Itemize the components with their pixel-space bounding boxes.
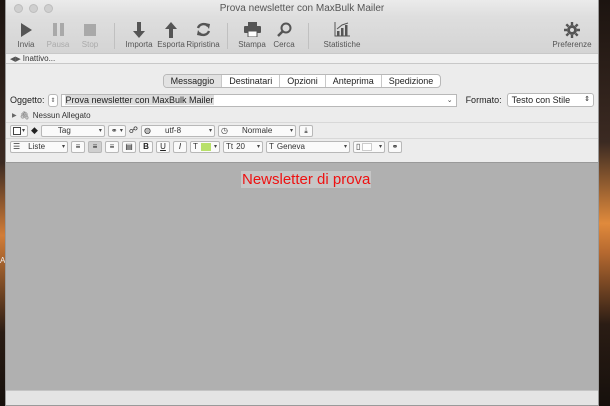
message-editor[interactable]: Newsletter di prova xyxy=(6,162,598,390)
tag-dropdown[interactable]: Tag ▾ xyxy=(40,124,105,137)
tab-recipients[interactable]: Destinatari xyxy=(221,75,279,87)
editor-heading[interactable]: Newsletter di prova xyxy=(241,171,372,188)
gear-icon xyxy=(564,21,580,38)
font-icon: T xyxy=(269,142,274,151)
tab-message[interactable]: Messaggio xyxy=(163,75,222,87)
globe-icon: ◍ xyxy=(144,126,152,135)
text-color-swatch xyxy=(200,142,211,151)
disclosure-triangle-icon[interactable]: ▶ xyxy=(12,112,17,119)
up-down-chevron-icon: ⇕ xyxy=(584,96,590,103)
play-back-forward-icon: ◀▶ xyxy=(10,55,21,63)
tabs: Messaggio Destinatari Opzioni Anteprima … xyxy=(162,74,442,88)
tag-icon: ◆ xyxy=(31,125,38,135)
toolbar-separator xyxy=(227,23,228,49)
text-color-icon: T xyxy=(193,142,198,151)
priority-dropdown[interactable]: ◷ Normale ▾ xyxy=(218,124,297,137)
attachment-row[interactable]: ▶ 🖇 Nessun Allegato xyxy=(6,109,598,122)
arrow-down-icon xyxy=(133,21,145,38)
text-color-dropdown[interactable]: T ▾ xyxy=(190,140,220,153)
tab-sending[interactable]: Spedizione xyxy=(380,75,441,87)
import-button[interactable]: Importa xyxy=(123,19,155,49)
window-controls xyxy=(14,4,53,13)
format-label: Formato: xyxy=(465,95,502,105)
statistics-button[interactable]: Statistiche xyxy=(317,19,367,49)
status-text: Inattivo... xyxy=(22,54,56,63)
background-color-dropdown[interactable]: ▯ ▾ xyxy=(353,140,385,153)
subject-row: Oggetto: ⇕ Prova newsletter con MaxBulk … xyxy=(6,91,598,109)
hierarchy-icon[interactable]: ☍ xyxy=(129,125,138,136)
tab-bar: Messaggio Destinatari Opzioni Anteprima … xyxy=(6,64,598,91)
download-icon[interactable]: ⤓ xyxy=(299,124,314,137)
link-dropdown[interactable]: ⚭ ▾ xyxy=(107,124,126,137)
desktop-background-right xyxy=(598,0,610,406)
title-bar: Prova newsletter con MaxBulk Mailer xyxy=(6,0,598,17)
attachment-label: Nessun Allegato xyxy=(32,111,91,120)
checkbox-dropdown[interactable]: ▾ xyxy=(10,124,28,137)
stop-icon xyxy=(84,23,96,36)
italic-button[interactable]: I xyxy=(173,140,187,153)
format-toolbar-2: ☰ Liste ▾ ≡ ≡ ≡ ▤ B U I T ▾ Tt 20 ▾ T Gene… xyxy=(6,138,598,154)
justify-button[interactable]: ▤ xyxy=(122,140,136,153)
align-left-button[interactable]: ≡ xyxy=(71,140,85,153)
clock-icon: ◷ xyxy=(221,126,229,135)
bold-button[interactable]: B xyxy=(139,140,153,153)
format-select[interactable]: Testo con Stile ⇕ xyxy=(506,93,594,107)
close-window-button[interactable] xyxy=(14,4,23,13)
chevron-down-icon[interactable]: ⌄ xyxy=(447,95,453,106)
send-button[interactable]: Invia xyxy=(10,19,42,49)
status-bar: ◀▶ Inattivo... xyxy=(6,53,598,64)
subject-input[interactable]: Prova newsletter con MaxBulk Mailer ⌄ xyxy=(61,93,457,107)
app-window: Prova newsletter con MaxBulk Mailer Invi… xyxy=(5,0,599,406)
subject-stepper[interactable]: ⇕ xyxy=(47,93,59,107)
background-color-swatch xyxy=(362,142,373,151)
pause-icon xyxy=(52,23,64,36)
pause-button[interactable]: Pausa xyxy=(42,19,74,49)
subject-value: Prova newsletter con MaxBulk Mailer xyxy=(65,94,214,105)
play-icon xyxy=(20,22,32,37)
statistics-icon xyxy=(334,22,350,37)
font-dropdown[interactable]: T Geneva ▾ xyxy=(266,140,350,153)
minimize-window-button[interactable] xyxy=(29,4,38,13)
checkbox-icon xyxy=(13,126,21,135)
font-size-icon: Tt xyxy=(226,142,234,151)
align-center-button[interactable]: ≡ xyxy=(88,140,102,153)
link-icon[interactable]: ⚭ xyxy=(388,140,402,153)
list-icon: ☰ xyxy=(13,142,21,151)
align-right-button[interactable]: ≡ xyxy=(105,140,119,153)
encoding-dropdown[interactable]: ◍ utf-8 ▾ xyxy=(141,124,216,137)
link-icon: ⚭ xyxy=(110,126,118,135)
stop-button[interactable]: Stop xyxy=(74,19,106,49)
toolbar-separator xyxy=(308,23,309,49)
toolbar: Invia Pausa Stop Importa Esporta Riprist… xyxy=(6,17,598,53)
tab-options[interactable]: Opzioni xyxy=(279,75,325,87)
restore-button[interactable]: Ripristina xyxy=(186,19,220,49)
preferences-button[interactable]: Preferenze xyxy=(552,19,592,49)
underline-button[interactable]: U xyxy=(156,140,170,153)
printer-icon xyxy=(243,22,261,37)
page-icon: ▯ xyxy=(356,142,361,151)
window-title: Prova newsletter con MaxBulk Mailer xyxy=(219,3,385,14)
paperclip-icon: 🖇 xyxy=(19,111,30,120)
format-toolbar-1: ▾ ◆ Tag ▾ ⚭ ▾ ☍ ◍ utf-8 ▾ ◷ Normale ▾ ⤓ xyxy=(6,122,598,138)
zoom-window-button[interactable] xyxy=(44,4,53,13)
subject-label: Oggetto: xyxy=(10,95,45,105)
print-button[interactable]: Stampa xyxy=(236,19,268,49)
lists-dropdown[interactable]: ☰ Liste ▾ xyxy=(10,140,68,153)
arrow-up-icon xyxy=(165,21,177,38)
search-icon xyxy=(276,22,291,37)
bottom-bar xyxy=(6,390,598,405)
font-size-dropdown[interactable]: Tt 20 ▾ xyxy=(223,140,263,153)
toolbar-separator xyxy=(114,23,115,49)
export-button[interactable]: Esporta xyxy=(155,19,187,49)
tab-preview[interactable]: Anteprima xyxy=(324,75,381,87)
format-value: Testo con Stile xyxy=(511,95,571,105)
refresh-icon xyxy=(196,22,210,37)
search-button[interactable]: Cerca xyxy=(268,19,300,49)
